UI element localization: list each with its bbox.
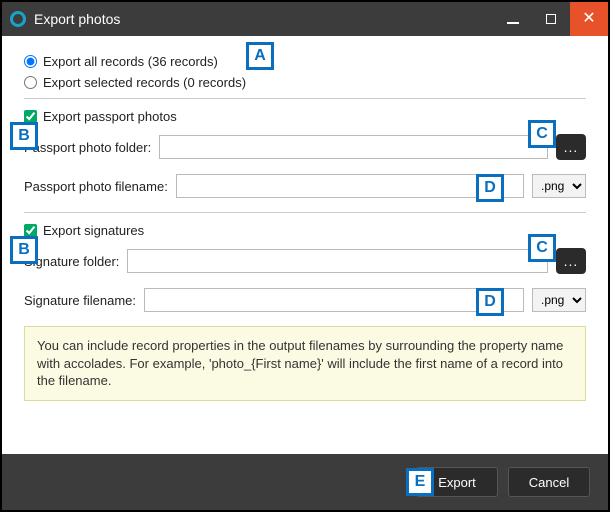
export-selected-label: Export selected records (0 records) bbox=[43, 75, 246, 90]
export-selected-row: Export selected records (0 records) bbox=[24, 75, 586, 90]
signature-folder-browse-button[interactable]: ... bbox=[556, 248, 586, 274]
app-logo-icon bbox=[10, 11, 26, 27]
passport-extension-select[interactable]: .png bbox=[532, 174, 586, 198]
dialog-body: A B C D B C D Export all records (36 rec… bbox=[2, 36, 608, 454]
signature-folder-label: Signature folder: bbox=[24, 254, 119, 269]
signature-filename-row: Signature filename: .png bbox=[24, 288, 586, 312]
close-button[interactable]: ✕ bbox=[570, 2, 608, 36]
passport-toggle-checkbox[interactable] bbox=[24, 110, 37, 123]
filename-hint: You can include record properties in the… bbox=[24, 326, 586, 401]
ellipsis-icon: ... bbox=[564, 139, 579, 155]
ellipsis-icon: ... bbox=[564, 253, 579, 269]
signature-filename-input[interactable] bbox=[144, 288, 524, 312]
separator-1 bbox=[24, 98, 586, 99]
signature-toggle-label: Export signatures bbox=[43, 223, 144, 238]
passport-toggle-label: Export passport photos bbox=[43, 109, 177, 124]
passport-folder-label: Passport photo folder: bbox=[24, 140, 151, 155]
passport-filename-label: Passport photo filename: bbox=[24, 179, 168, 194]
signature-filename-label: Signature filename: bbox=[24, 293, 136, 308]
signature-toggle-row: Export signatures bbox=[24, 223, 586, 238]
window-title: Export photos bbox=[34, 11, 120, 27]
separator-2 bbox=[24, 212, 586, 213]
passport-filename-input[interactable] bbox=[176, 174, 524, 198]
export-all-radio[interactable] bbox=[24, 55, 37, 68]
export-all-label: Export all records (36 records) bbox=[43, 54, 218, 69]
minimize-button[interactable] bbox=[494, 2, 532, 36]
maximize-button[interactable] bbox=[532, 2, 570, 36]
signature-extension-select[interactable]: .png bbox=[532, 288, 586, 312]
window-controls: ✕ bbox=[494, 2, 608, 36]
titlebar: Export photos ✕ bbox=[2, 2, 608, 36]
passport-folder-row: Passport photo folder: ... bbox=[24, 134, 586, 160]
passport-toggle-row: Export passport photos bbox=[24, 109, 586, 124]
signature-toggle-checkbox[interactable] bbox=[24, 224, 37, 237]
passport-filename-row: Passport photo filename: .png bbox=[24, 174, 586, 198]
passport-folder-input[interactable] bbox=[159, 135, 548, 159]
signature-folder-row: Signature folder: ... bbox=[24, 248, 586, 274]
export-all-row: Export all records (36 records) bbox=[24, 54, 586, 69]
dialog-footer: E Export Cancel bbox=[2, 454, 608, 510]
cancel-button[interactable]: Cancel bbox=[508, 467, 590, 497]
passport-folder-browse-button[interactable]: ... bbox=[556, 134, 586, 160]
export-button[interactable]: Export bbox=[416, 467, 498, 497]
export-selected-radio[interactable] bbox=[24, 76, 37, 89]
signature-folder-input[interactable] bbox=[127, 249, 548, 273]
